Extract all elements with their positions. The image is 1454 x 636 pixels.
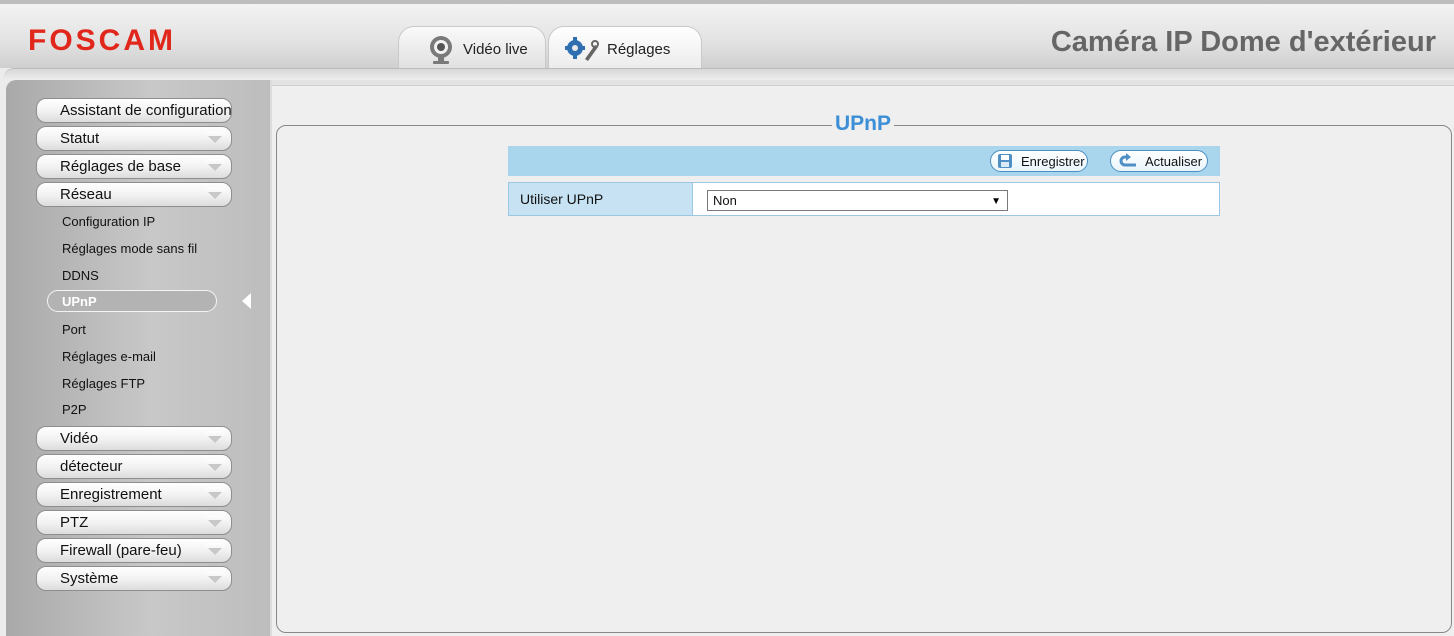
dropdown-arrow-icon: ▼	[991, 196, 1001, 207]
sidebar-item-port[interactable]: Port	[62, 322, 86, 337]
webcam-icon	[427, 35, 455, 65]
frame-divider	[4, 68, 1454, 80]
menu-recording[interactable]: Enregistrement	[36, 482, 232, 507]
menu-basic-settings-label: Réglages de base	[60, 158, 181, 175]
sidebar-item-p2p[interactable]: P2P	[62, 402, 87, 417]
menu-firewall[interactable]: Firewall (pare-feu)	[36, 538, 232, 563]
tab-settings[interactable]: Réglages	[548, 26, 702, 72]
sidebar-item-ip-config[interactable]: Configuration IP	[62, 214, 155, 229]
chevron-down-icon	[203, 515, 227, 531]
gears-wrench-icon	[565, 36, 599, 63]
tab-settings-label: Réglages	[607, 41, 671, 58]
menu-system-label: Système	[60, 570, 119, 587]
top-header: FOSCAM Vidéo live Réglages Caméra IP Dom…	[0, 0, 1454, 72]
chevron-down-icon	[203, 431, 227, 447]
menu-network-label: Réseau	[60, 186, 112, 203]
chevron-down-icon	[203, 487, 227, 503]
floppy-disk-icon	[995, 153, 1017, 169]
sidebar: Assistant de configuration Statut Réglag…	[6, 80, 270, 636]
refresh-button-label: Actualiser	[1145, 153, 1203, 169]
use-upnp-label: Utiliser UPnP	[509, 183, 693, 215]
menu-system[interactable]: Système	[36, 566, 232, 591]
refresh-arrow-icon	[1115, 153, 1141, 169]
sidebar-item-ftp[interactable]: Réglages FTP	[62, 376, 145, 391]
main-topbar	[272, 80, 1454, 86]
use-upnp-select[interactable]: Non ▼	[707, 190, 1008, 211]
menu-ptz[interactable]: PTZ	[36, 510, 232, 535]
menu-detector-label: détecteur	[60, 458, 123, 475]
chevron-down-icon	[203, 159, 227, 175]
menu-status-label: Statut	[60, 130, 100, 147]
sidebar-item-ddns[interactable]: DDNS	[62, 268, 99, 283]
page-title: UPnP	[832, 112, 895, 136]
menu-recording-label: Enregistrement	[60, 486, 162, 503]
sidebar-item-wireless[interactable]: Réglages mode sans fil	[62, 241, 197, 256]
chevron-down-icon	[203, 571, 227, 587]
chevron-down-icon	[203, 543, 227, 559]
menu-network[interactable]: Réseau	[36, 182, 232, 207]
menu-ptz-label: PTZ	[60, 514, 89, 531]
active-pointer-icon	[242, 293, 251, 309]
sidebar-item-upnp[interactable]: UPnP	[47, 290, 217, 312]
menu-detector[interactable]: détecteur	[36, 454, 232, 479]
main-content: UPnP Enregistrer Actualiser Utiliser UPn…	[270, 80, 1454, 636]
sidebar-item-email[interactable]: Réglages e-mail	[62, 349, 156, 364]
chevron-down-icon	[203, 459, 227, 475]
menu-video[interactable]: Vidéo	[36, 426, 232, 451]
tab-live-video-label: Vidéo live	[463, 41, 528, 58]
menu-setup-wizard[interactable]: Assistant de configuration	[36, 98, 232, 123]
menu-video-label: Vidéo	[60, 430, 99, 447]
upnp-row: Utiliser UPnP Non ▼	[508, 182, 1220, 216]
save-button-label: Enregistrer	[1021, 153, 1085, 169]
foscam-logo: FOSCAM	[28, 24, 176, 57]
chevron-down-icon	[203, 187, 227, 203]
menu-setup-wizard-label: Assistant de configuration	[60, 102, 232, 119]
sidebar-item-upnp-label: UPnP	[62, 293, 97, 309]
menu-status[interactable]: Statut	[36, 126, 232, 151]
menu-firewall-label: Firewall (pare-feu)	[60, 542, 182, 559]
save-button[interactable]: Enregistrer	[990, 150, 1088, 172]
refresh-button[interactable]: Actualiser	[1110, 150, 1208, 172]
tab-live-video[interactable]: Vidéo live	[398, 26, 546, 72]
chevron-down-icon	[203, 131, 227, 147]
toolbar: Enregistrer Actualiser	[508, 146, 1220, 176]
menu-basic-settings[interactable]: Réglages de base	[36, 154, 232, 179]
product-title: Caméra IP Dome d'extérieur	[1050, 26, 1436, 58]
use-upnp-select-value: Non	[713, 193, 737, 208]
